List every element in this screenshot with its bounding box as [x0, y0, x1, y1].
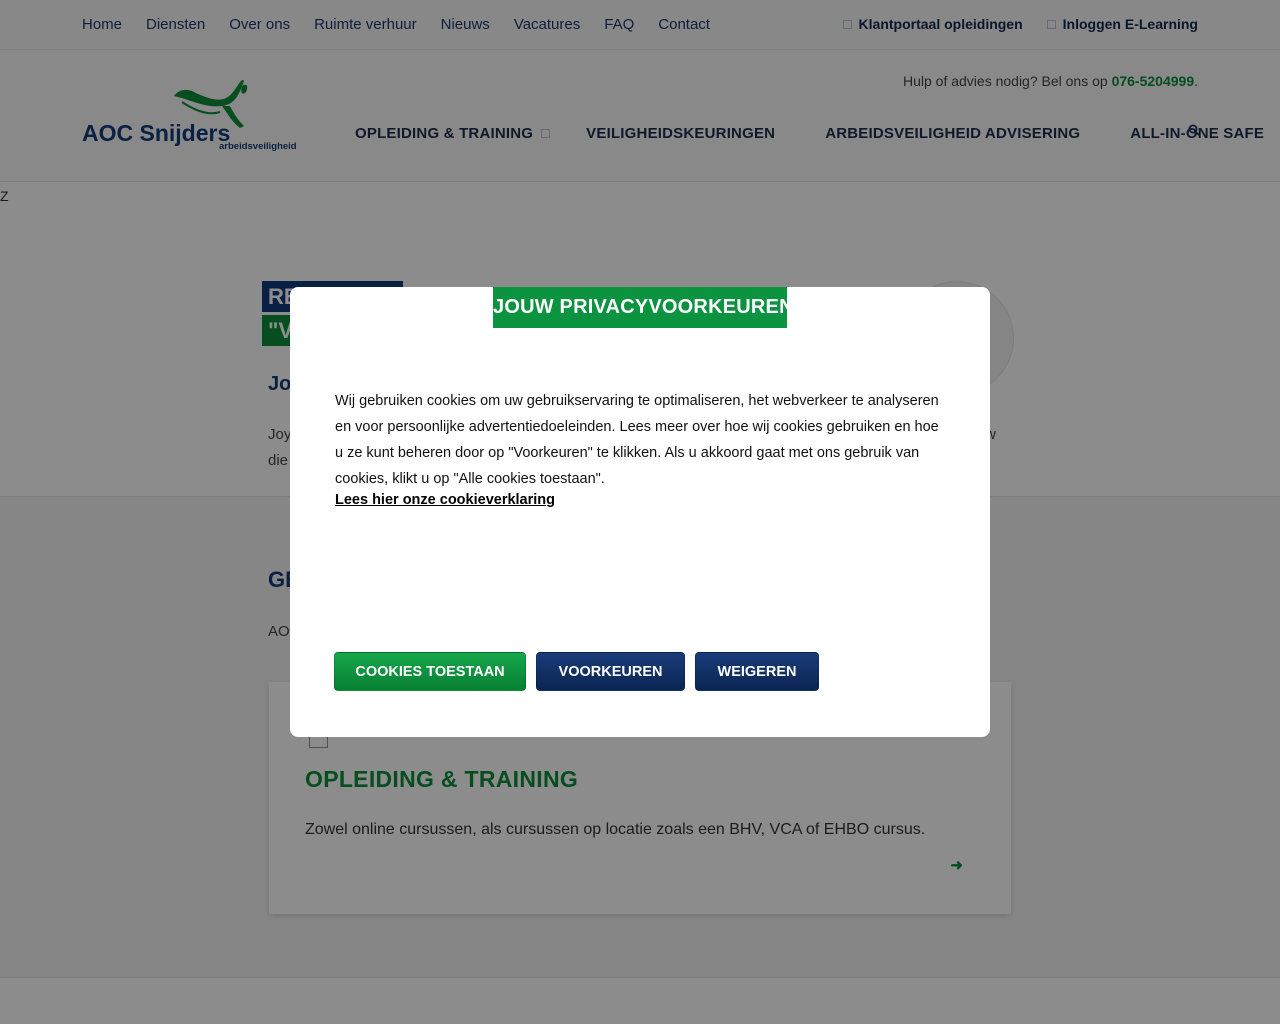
modal-title: JOUW PRIVACYVOORKEUREN — [493, 287, 794, 328]
cookie-statement-link[interactable]: Lees hier onze cookieverklaring — [335, 492, 555, 508]
modal-body-text: Wij gebruiken cookies om uw gebruikserva… — [335, 393, 939, 487]
accept-cookies-button[interactable]: COOKIES TOESTAAN — [334, 652, 526, 691]
preferences-button[interactable]: VOORKEUREN — [536, 652, 685, 691]
cookie-consent-modal: JOUW PRIVACYVOORKEUREN Wij gebruiken coo… — [290, 287, 990, 737]
reject-cookies-button[interactable]: WEIGEREN — [695, 652, 819, 691]
